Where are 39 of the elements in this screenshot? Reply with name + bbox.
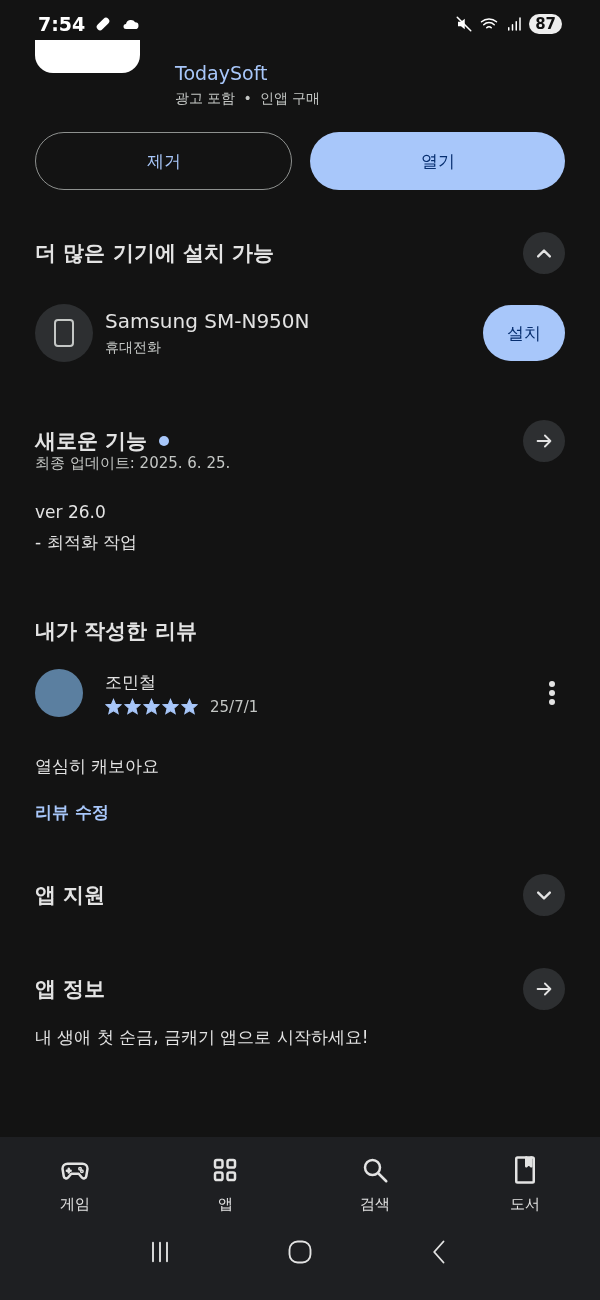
section-title: 앱 정보 — [35, 976, 106, 1003]
open-button[interactable]: 열기 — [310, 132, 565, 190]
app-meta-label: 인앱 구매 — [259, 90, 321, 108]
reviewer-name: 조민철 — [105, 670, 157, 694]
release-note: ver 26.0 — [34, 501, 107, 524]
nav-tab[interactable]: 검색 — [300, 1155, 450, 1214]
device-name: Samsung SM-N950N — [105, 309, 311, 333]
mute-icon — [455, 15, 474, 33]
home-icon[interactable] — [286, 1238, 314, 1266]
release-note: - 최적화 작업 — [34, 531, 138, 554]
section-title: 새로운 기능 — [35, 428, 148, 455]
collapse-button[interactable] — [523, 232, 565, 274]
device-type: 휴대전화 — [105, 339, 162, 357]
status-time: 7:54 — [38, 13, 86, 35]
section-title: 더 많은 기기에 설치 가능 — [35, 240, 275, 267]
expand-button[interactable] — [523, 874, 565, 916]
more-icon — [548, 680, 556, 706]
review-text: 열심히 캐보아요 — [34, 755, 161, 778]
install-button[interactable]: 설치 — [483, 305, 565, 361]
nav-tab[interactable]: 게임 — [0, 1155, 150, 1214]
signal-icon — [505, 15, 524, 33]
nav-tab[interactable]: 앱 — [150, 1155, 300, 1214]
update-date: 최종 업데이트: 2025. 6. 25. — [34, 454, 232, 473]
chevron-up-icon — [537, 248, 551, 258]
arrow-button[interactable] — [523, 420, 565, 462]
section-title: 앱 지원 — [35, 882, 106, 909]
app-icon — [35, 40, 140, 73]
app-meta-label: 광고 포함 — [175, 90, 236, 108]
edit-review-link[interactable]: 리뷰 수정 — [0, 801, 144, 824]
app-description: 내 생애 첫 순금, 금캐기 앱으로 시작하세요! — [34, 1026, 370, 1049]
developer-link[interactable]: TodaySoft — [175, 62, 321, 84]
avatar-placeholder — [35, 669, 83, 717]
review-date: 25/7/1 — [210, 697, 259, 716]
nav-tab[interactable]: 도서 — [450, 1155, 600, 1214]
separator-dot: • — [243, 90, 252, 108]
section-title: 내가 작성한 리뷰 — [35, 618, 197, 645]
chevron-down-icon — [537, 890, 551, 900]
arrow-button[interactable] — [523, 968, 565, 1010]
battery-level: 87 — [529, 14, 562, 34]
